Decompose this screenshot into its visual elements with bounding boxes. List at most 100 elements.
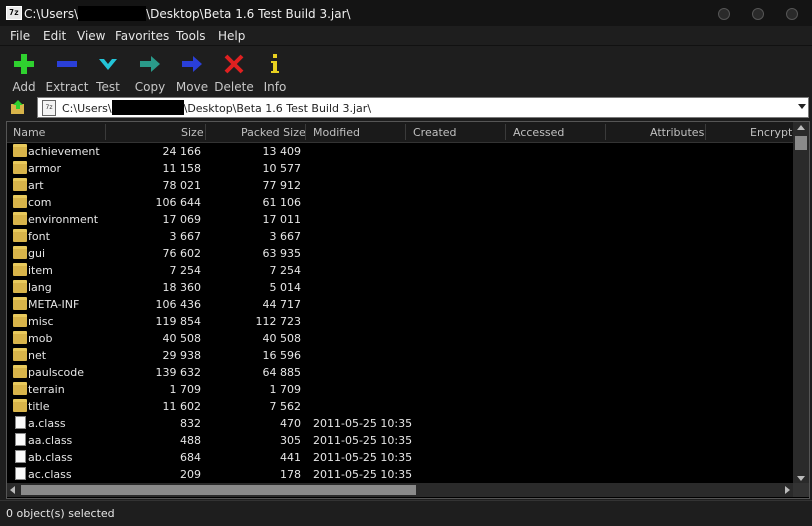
item-packed-size: 305: [280, 434, 301, 447]
scroll-left-icon[interactable]: [10, 486, 15, 494]
scroll-down-icon[interactable]: [797, 476, 805, 481]
item-packed-size: 178: [280, 468, 301, 481]
col-accessed[interactable]: Accessed: [513, 126, 564, 139]
item-name: environment: [28, 213, 99, 226]
col-name[interactable]: Name: [13, 126, 45, 139]
list-item[interactable]: net 29 938 16 596: [7, 347, 793, 364]
item-name: lang: [28, 281, 52, 294]
menu-help[interactable]: Help: [218, 29, 245, 43]
horizontal-scrollbar[interactable]: [7, 483, 793, 497]
column-divider[interactable]: [205, 124, 206, 140]
horizontal-scroll-thumb[interactable]: [21, 485, 416, 495]
file-list[interactable]: Name Size Packed Size Modified Created A…: [6, 121, 810, 499]
item-size: 40 508: [162, 332, 202, 345]
menu-bar: File Edit View Favorites Tools Help: [0, 26, 812, 46]
column-divider[interactable]: [705, 124, 706, 140]
path-suffix: \Desktop\Beta 1.6 Test Build 3.jar\: [183, 102, 372, 115]
item-modified: 2011-05-25 10:35: [313, 434, 413, 447]
menu-file[interactable]: File: [10, 29, 30, 43]
column-divider[interactable]: [505, 124, 506, 140]
folder-icon: [13, 178, 27, 191]
list-item[interactable]: gui 76 602 63 935: [7, 245, 793, 262]
list-item[interactable]: art 78 021 77 912: [7, 177, 793, 194]
list-item[interactable]: com 106 644 61 106: [7, 194, 793, 211]
item-name: ab.class: [28, 451, 73, 464]
list-item[interactable]: lang 18 360 5 014: [7, 279, 793, 296]
menu-edit[interactable]: Edit: [43, 29, 66, 43]
list-item[interactable]: environment 17 069 17 011: [7, 211, 793, 228]
item-size: 119 854: [155, 315, 202, 328]
item-size: 7 254: [169, 264, 202, 277]
column-divider[interactable]: [405, 124, 406, 140]
list-item[interactable]: ac.class 209 178 2011-05-25 10:35: [7, 466, 793, 483]
item-name: misc: [28, 315, 54, 328]
col-encrypted[interactable]: Encrypte: [750, 126, 799, 139]
list-item[interactable]: ab.class 684 441 2011-05-25 10:35: [7, 449, 793, 466]
list-item[interactable]: misc 119 854 112 723: [7, 313, 793, 330]
item-packed-size: 44 717: [262, 298, 302, 311]
status-text: 0 object(s) selected: [6, 507, 115, 520]
item-size: 3 667: [169, 230, 202, 243]
address-bar: 7z C:\Users\ \Desktop\Beta 1.6 Test Build…: [0, 95, 812, 119]
up-folder-icon[interactable]: [10, 99, 26, 115]
col-size[interactable]: Size: [181, 126, 204, 139]
menu-tools[interactable]: Tools: [176, 29, 206, 43]
check-icon: [99, 59, 117, 70]
folder-icon: [13, 314, 27, 327]
folder-icon: [13, 212, 27, 225]
folder-icon: [13, 229, 27, 242]
list-item[interactable]: mob 40 508 40 508: [7, 330, 793, 347]
chevron-down-icon[interactable]: [798, 104, 806, 109]
redacted-username: [78, 6, 147, 21]
list-item[interactable]: item 7 254 7 254: [7, 262, 793, 279]
info-button[interactable]: Info: [255, 51, 295, 94]
item-packed-size: 10 577: [262, 162, 302, 175]
item-name: META-INF: [28, 298, 80, 311]
col-packed-size[interactable]: Packed Size: [241, 126, 306, 139]
file-icon: [15, 450, 26, 463]
list-item[interactable]: a.class 832 470 2011-05-25 10:35: [7, 415, 793, 432]
path-combobox[interactable]: 7z C:\Users\ \Desktop\Beta 1.6 Test Build…: [37, 97, 809, 118]
minimize-button[interactable]: [718, 8, 730, 20]
folder-icon: [13, 365, 27, 378]
path-input[interactable]: C:\Users\ \Desktop\Beta 1.6 Test Build 3.…: [62, 100, 371, 115]
column-divider[interactable]: [105, 124, 106, 140]
maximize-button[interactable]: [752, 8, 764, 20]
file-icon: [15, 467, 26, 480]
folder-icon: [13, 280, 27, 293]
item-packed-size: 63 935: [262, 247, 302, 260]
list-item[interactable]: title 11 602 7 562: [7, 398, 793, 415]
vertical-scroll-thumb[interactable]: [795, 136, 807, 150]
item-name: ac.class: [28, 468, 72, 481]
list-item[interactable]: META-INF 106 436 44 717: [7, 296, 793, 313]
title-path-suffix: \Desktop\Beta 1.6 Test Build 3.jar\: [146, 7, 351, 21]
col-created[interactable]: Created: [413, 126, 457, 139]
close-button[interactable]: [786, 8, 798, 20]
folder-icon: [13, 246, 27, 259]
item-modified: 2011-05-25 10:35: [313, 468, 413, 481]
item-packed-size: 1 709: [269, 383, 302, 396]
item-size: 684: [180, 451, 201, 464]
column-divider[interactable]: [605, 124, 606, 140]
column-divider[interactable]: [305, 124, 306, 140]
scroll-right-icon[interactable]: [785, 486, 790, 494]
list-item[interactable]: paulscode 139 632 64 885: [7, 364, 793, 381]
item-packed-size: 16 596: [262, 349, 302, 362]
list-item[interactable]: terrain 1 709 1 709: [7, 381, 793, 398]
list-item[interactable]: armor 11 158 10 577: [7, 160, 793, 177]
add-button[interactable]: Add: [4, 51, 44, 94]
item-size: 1 709: [169, 383, 202, 396]
col-modified[interactable]: Modified: [313, 126, 360, 139]
item-size: 832: [180, 417, 201, 430]
item-name: mob: [28, 332, 53, 345]
vertical-scrollbar[interactable]: [793, 122, 809, 484]
list-item[interactable]: font 3 667 3 667: [7, 228, 793, 245]
folder-icon: [13, 263, 27, 276]
folder-icon: [13, 348, 27, 361]
menu-favorites[interactable]: Favorites: [115, 29, 169, 43]
scroll-up-icon[interactable]: [797, 125, 805, 130]
list-item[interactable]: aa.class 488 305 2011-05-25 10:35: [7, 432, 793, 449]
list-item[interactable]: achievement 24 166 13 409: [7, 143, 793, 160]
col-attributes[interactable]: Attributes: [650, 126, 704, 139]
menu-view[interactable]: View: [77, 29, 105, 43]
